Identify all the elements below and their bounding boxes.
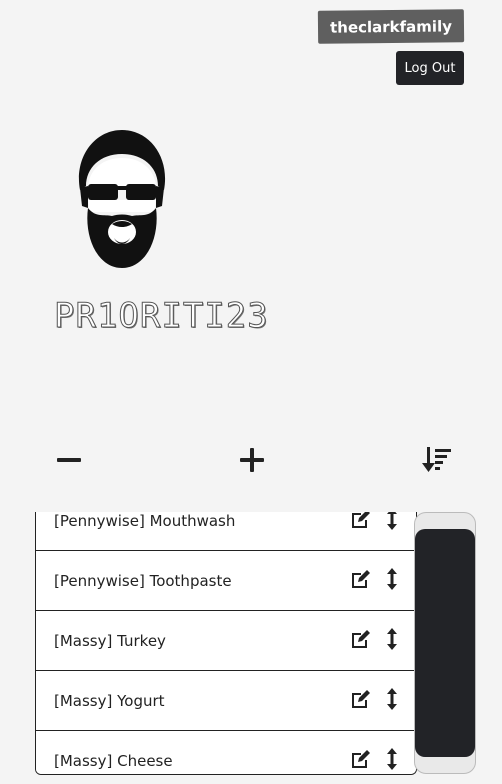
list-item-label: [Pennywise] Toothpaste [54,571,232,590]
list-item-label: [Massy] Turkey [54,631,166,650]
minus-icon[interactable] [49,440,89,480]
scrollbar-thumb[interactable] [415,529,475,757]
reorder-arrows-icon[interactable] [386,627,398,654]
list-item[interactable]: [Massy] Yogurt [36,671,416,731]
username-badge: theclarkfamily [317,9,465,44]
edit-icon[interactable] [350,749,372,773]
app-title: PR1ORITI23 [54,296,269,337]
list-item-label: [Pennywise] Mouthwash [54,512,236,530]
logout-button[interactable]: Log Out [396,51,464,85]
list-item[interactable]: [Pennywise] Mouthwash [36,512,416,551]
reorder-arrows-icon[interactable] [386,512,398,534]
plus-icon[interactable] [232,440,272,480]
avatar-icon [78,130,166,268]
edit-icon[interactable] [350,569,372,593]
list-item[interactable]: [Pennywise] Toothpaste [36,551,416,611]
edit-icon[interactable] [350,629,372,653]
edit-icon[interactable] [350,512,372,533]
reorder-arrows-icon[interactable] [386,747,398,774]
reorder-arrows-icon[interactable] [386,567,398,594]
list-item[interactable]: [Massy] Cheese [36,731,416,774]
sort-descending-icon[interactable] [417,440,457,480]
list-item[interactable]: [Massy] Turkey [36,611,416,671]
item-list[interactable]: [Pennywise] Mouthwash [Pennywise] Toothp… [35,512,417,775]
scrollbar[interactable] [414,512,476,774]
reorder-arrows-icon[interactable] [386,687,398,714]
edit-icon[interactable] [350,689,372,713]
list-item-label: [Massy] Cheese [54,751,173,770]
list-item-label: [Massy] Yogurt [54,691,165,710]
